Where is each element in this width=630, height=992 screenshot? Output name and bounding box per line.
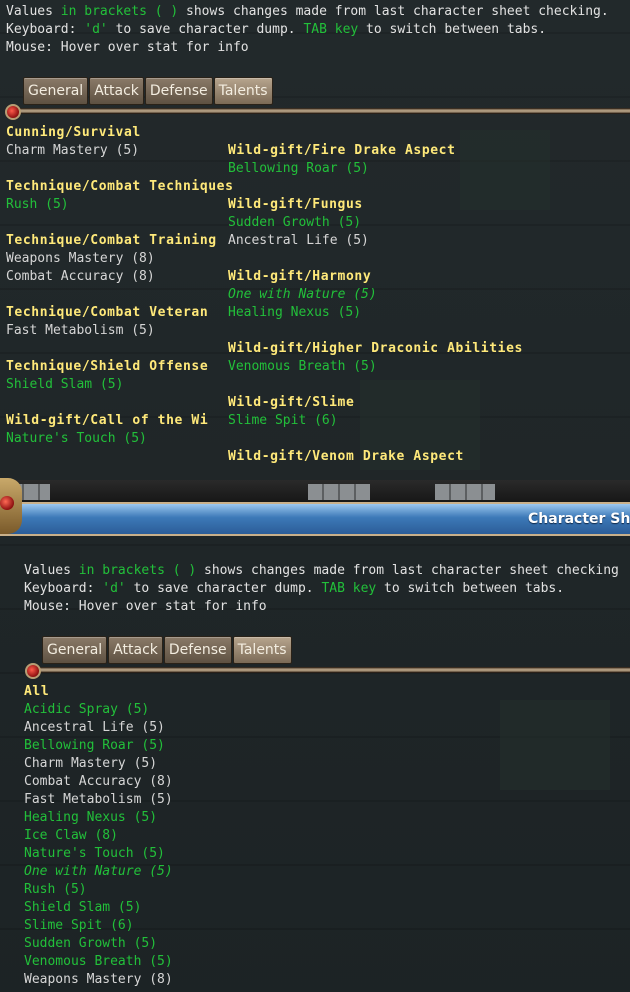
talent-entry[interactable]: Weapons Mastery (8) [24, 971, 173, 989]
talent-category-header[interactable]: Wild-gift/Venom Drake Aspect [228, 448, 464, 466]
talent-category-header[interactable]: Wild-gift/Fungus [228, 196, 363, 214]
talent-entry[interactable]: Ice Claw (8) [24, 827, 118, 845]
wall-bricks [308, 484, 370, 500]
divider-gem-icon [5, 104, 21, 120]
tab-key-highlight: TAB key [303, 22, 359, 37]
tab-attack[interactable]: Attack [89, 77, 144, 105]
info-line-2: Keyboard: 'd' to save character dump. TA… [24, 581, 565, 596]
info-line-3: Mouse: Hover over stat for info [24, 599, 267, 614]
talent-entry[interactable]: Charm Mastery (5) [6, 142, 139, 160]
floor-tile [460, 130, 550, 210]
brackets-highlight: in brackets ( ) [60, 4, 179, 19]
tab-attack[interactable]: Attack [108, 636, 163, 664]
talent-entry[interactable]: Combat Accuracy (8) [24, 773, 173, 791]
talent-entry[interactable]: Rush (5) [24, 881, 87, 899]
talent-entry[interactable]: Slime Spit (6) [228, 412, 338, 430]
key-d-highlight: 'd' [102, 581, 126, 596]
wall-bricks [435, 484, 495, 500]
talent-entry[interactable]: One with Nature (5) [24, 863, 173, 881]
info-line-2: Keyboard: 'd' to save character dump. TA… [6, 22, 547, 37]
divider-gem-icon [25, 663, 41, 679]
talent-entry[interactable]: Healing Nexus (5) [228, 304, 361, 322]
talent-entry[interactable]: One with Nature (5) [228, 286, 377, 304]
ornament-gem-icon [0, 496, 14, 510]
talent-category-header[interactable]: Wild-gift/Higher Draconic Abilities [228, 340, 523, 358]
talent-entry[interactable]: Sudden Growth (5) [228, 214, 361, 232]
talent-category-header[interactable]: Wild-gift/Harmony [228, 268, 371, 286]
tab-defense[interactable]: Defense [163, 636, 232, 664]
talent-entry[interactable]: Fast Metabolism (5) [6, 322, 155, 340]
talent-entry[interactable]: Shield Slam (5) [24, 899, 141, 917]
talent-entry[interactable]: Combat Accuracy (8) [6, 268, 155, 286]
talent-entry[interactable]: Acidic Spray (5) [24, 701, 149, 719]
talent-entry[interactable]: Bellowing Roar (5) [228, 160, 369, 178]
key-d-highlight: 'd' [84, 22, 108, 37]
floor-tile [500, 700, 610, 790]
talent-entry[interactable]: Charm Mastery (5) [24, 755, 157, 773]
info-line-3: Mouse: Hover over stat for info [6, 40, 249, 55]
talent-category-header[interactable]: Wild-gift/Call of the Wi [6, 412, 208, 430]
tab-talents[interactable]: Talents [213, 77, 273, 105]
talent-entry[interactable]: Nature's Touch (5) [6, 430, 147, 448]
talent-category-header[interactable]: Wild-gift/Fire Drake Aspect [228, 142, 456, 160]
tab-divider [10, 108, 630, 114]
talent-entry[interactable]: Ancestral Life (5) [228, 232, 369, 250]
talent-entry[interactable]: Venomous Breath (5) [228, 358, 377, 376]
talent-entry[interactable]: Rush (5) [6, 196, 69, 214]
talent-entry[interactable]: Sudden Growth (5) [24, 935, 157, 953]
talent-category-header[interactable]: Cunning/Survival [6, 124, 141, 142]
talent-category-header[interactable]: Wild-gift/Slime [228, 394, 354, 412]
tab-general[interactable]: General [23, 77, 89, 105]
talent-entry[interactable]: Weapons Mastery (8) [6, 250, 155, 268]
tab-bar: General Attack Defense Talents [23, 77, 273, 105]
tab-key-highlight: TAB key [321, 581, 377, 596]
talent-category-header[interactable]: Technique/Shield Offense [6, 358, 208, 376]
talent-entry[interactable]: Ancestral Life (5) [24, 719, 165, 737]
talent-category-header[interactable]: Technique/Combat Training [6, 232, 217, 250]
talent-list-header: All [24, 684, 50, 699]
talent-entry[interactable]: Bellowing Roar (5) [24, 737, 165, 755]
talent-entry[interactable]: Healing Nexus (5) [24, 809, 157, 827]
talent-category-header[interactable]: Technique/Combat Veteran [6, 304, 208, 322]
talent-entry[interactable]: Shield Slam (5) [6, 376, 123, 394]
tab-talents[interactable]: Talents [232, 636, 292, 664]
window-ornament [0, 478, 22, 534]
info-line-1: Values in brackets ( ) shows changes mad… [6, 4, 609, 19]
talent-entry[interactable]: Slime Spit (6) [24, 917, 134, 935]
tab-bar: General Attack Defense Talents [42, 636, 292, 664]
talent-category-header[interactable]: Technique/Combat Techniques [6, 178, 234, 196]
window-title: Character Sh [528, 511, 630, 527]
tab-general[interactable]: General [42, 636, 108, 664]
tab-divider [30, 667, 630, 673]
talent-entry[interactable]: Venomous Breath (5) [24, 953, 173, 971]
talent-entry[interactable]: Fast Metabolism (5) [24, 791, 173, 809]
tab-defense[interactable]: Defense [144, 77, 213, 105]
info-line-1: Values in brackets ( ) shows changes mad… [24, 563, 619, 578]
brackets-highlight: in brackets ( ) [78, 563, 197, 578]
talent-entry[interactable]: Nature's Touch (5) [24, 845, 165, 863]
